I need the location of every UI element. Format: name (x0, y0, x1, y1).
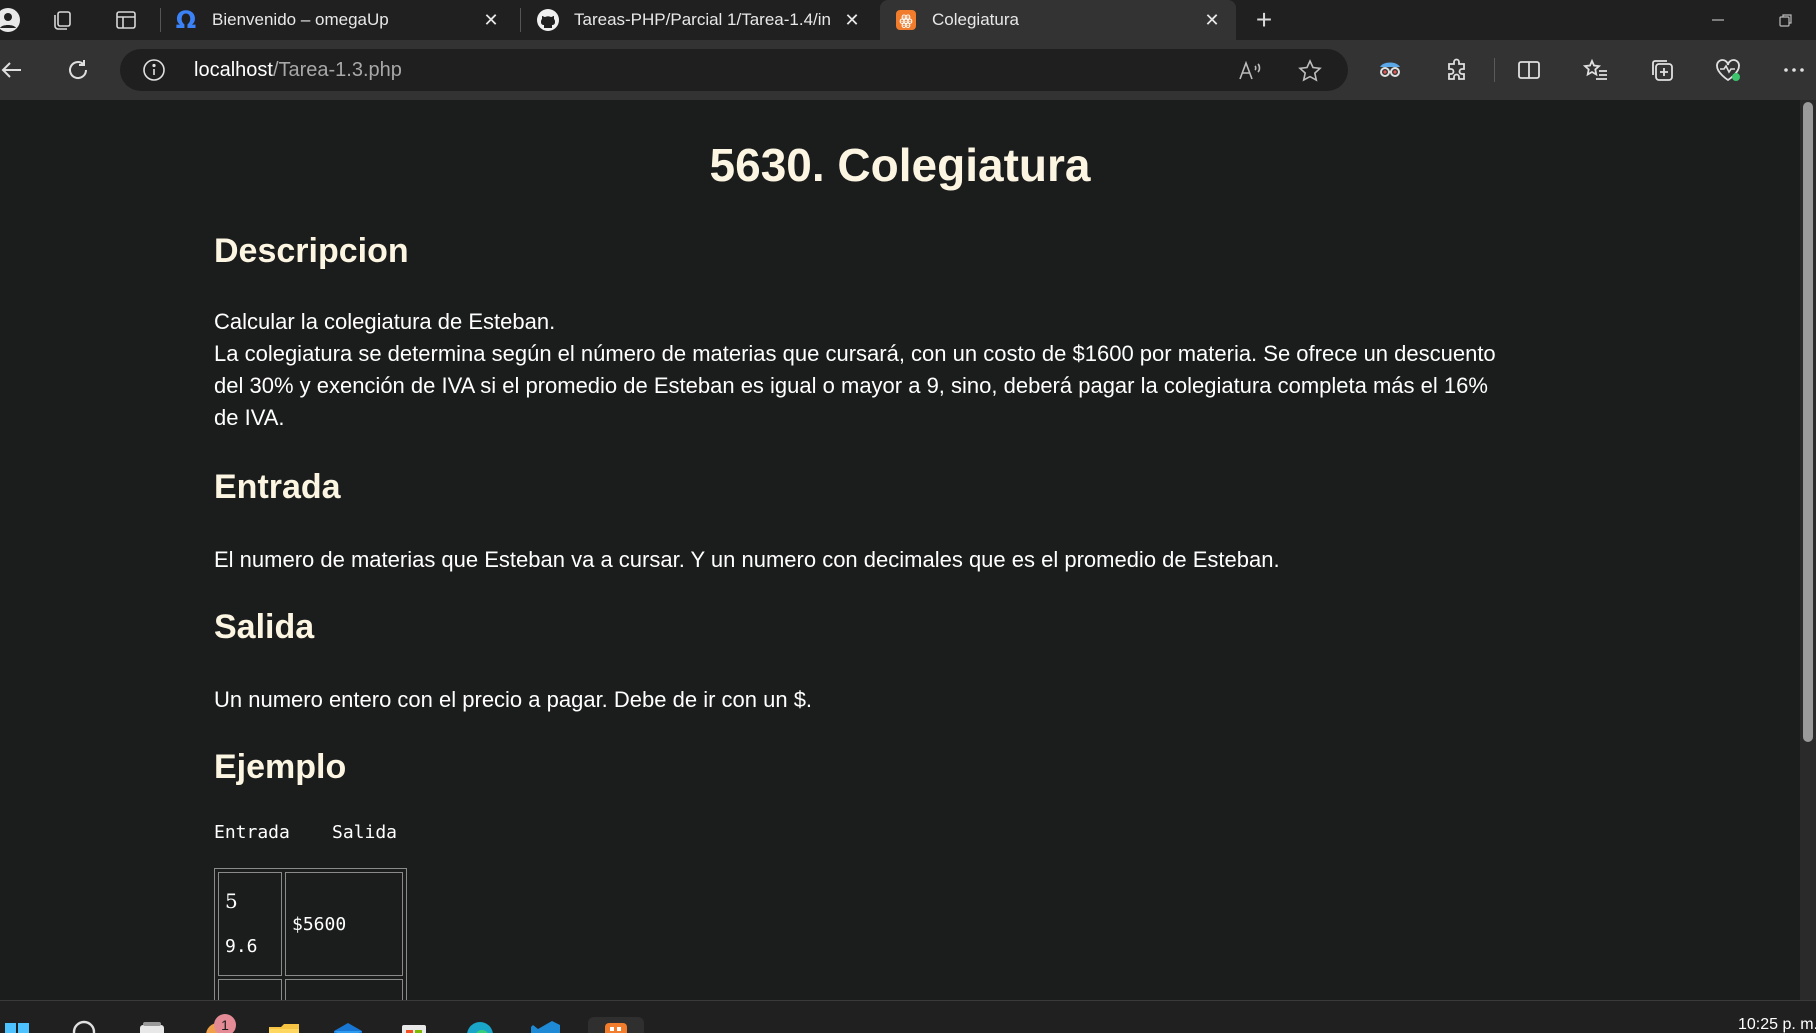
close-tab-icon[interactable]: ✕ (479, 8, 503, 32)
page-scrollbar[interactable] (1800, 100, 1816, 1000)
xampp-taskbar-icon[interactable] (588, 1017, 644, 1033)
example-input-cell: 8 (218, 979, 282, 1000)
omega-icon: Ω (174, 8, 198, 32)
url-text[interactable]: localhost/Tarea-1.3.php (194, 59, 402, 82)
tab-github[interactable]: Tareas-PHP/Parcial 1/Tarea-1.4/in ✕ (530, 0, 876, 40)
tab-label: Tareas-PHP/Parcial 1/Tarea-1.4/in (574, 10, 832, 29)
example-header-salida: Salida (332, 822, 398, 843)
collections-icon[interactable] (1646, 54, 1678, 86)
xampp-icon: ꙮ (894, 8, 918, 32)
url-path: /Tarea-1.3.php (272, 59, 402, 81)
edge-icon[interactable] (462, 1017, 498, 1033)
tab-label: Colegiatura (932, 10, 1019, 29)
svg-text:ꙮ: ꙮ (899, 13, 913, 29)
example-table: 5 9.6 $5600 8 (214, 868, 407, 1000)
new-tab-button[interactable]: + (1250, 4, 1278, 35)
tab-strip: Ω Bienvenido – omegaUp ✕ Tareas-PHP/Parc… (0, 0, 1816, 40)
workspaces-icon[interactable] (48, 6, 76, 34)
back-icon[interactable] (0, 54, 28, 86)
close-tab-icon[interactable]: ✕ (840, 8, 864, 32)
browser-essentials-icon[interactable] (1712, 54, 1744, 86)
read-aloud-icon[interactable] (1236, 57, 1264, 85)
search-icon[interactable] (66, 1017, 102, 1033)
web-page: 5630. Colegiatura Descripcion Calcular l… (0, 100, 1800, 1000)
table-row: 5 9.6 $5600 (218, 872, 403, 976)
browser-toolbar: localhost/Tarea-1.3.php (0, 40, 1816, 100)
descripcion-line-1: Calcular la colegiatura de Esteban. (214, 309, 556, 334)
example-input-value: 5 (225, 889, 238, 913)
github-icon (536, 8, 560, 32)
site-info-icon[interactable] (142, 58, 166, 82)
start-windows-icon[interactable] (0, 1017, 36, 1033)
refresh-icon[interactable] (62, 54, 94, 86)
salida-text: Un numero entero con el precio a pagar. … (214, 687, 813, 712)
outlook-icon[interactable] (330, 1017, 366, 1033)
file-explorer-icon[interactable] (266, 1017, 302, 1033)
scrollbar-thumb[interactable] (1803, 102, 1813, 742)
profile-avatar-icon[interactable] (0, 6, 22, 34)
example-header-entrada: Entrada (214, 822, 290, 843)
heading-ejemplo: Ejemplo (214, 748, 347, 786)
restore-icon[interactable] (1772, 6, 1800, 34)
url-host: localhost (194, 59, 273, 81)
address-bar[interactable]: localhost/Tarea-1.3.php (120, 49, 1348, 91)
svg-text:Ω: Ω (176, 8, 196, 32)
toolbar-separator (1494, 58, 1495, 82)
descripcion-line-2: La colegiatura se determina según el núm… (214, 341, 1496, 430)
heading-descripcion: Descripcion (214, 232, 409, 270)
tab-omegaup[interactable]: Ω Bienvenido – omegaUp ✕ (170, 0, 515, 40)
tab-separator (160, 8, 161, 32)
page-title: 5630. Colegiatura (709, 139, 1091, 191)
more-options-icon[interactable] (1778, 54, 1810, 86)
store-icon[interactable] (396, 1017, 432, 1033)
descripcion-text: Calcular la colegiatura de Esteban. La c… (214, 306, 1514, 434)
tab-separator (520, 8, 521, 32)
example-input-value: 9.6 (225, 936, 258, 957)
split-screen-icon[interactable] (1513, 54, 1545, 86)
extension-spy-icon[interactable] (1374, 54, 1406, 86)
heading-salida: Salida (214, 608, 315, 646)
heading-entrada: Entrada (214, 468, 341, 506)
extensions-puzzle-icon[interactable] (1441, 54, 1473, 86)
taskbar-clock: 10:25 p. m. (1738, 1016, 1816, 1033)
example-output-cell (285, 979, 403, 1000)
example-input-cell: 5 9.6 (218, 872, 282, 976)
close-tab-icon[interactable]: ✕ (1200, 8, 1224, 32)
favorite-star-icon[interactable] (1296, 57, 1324, 85)
task-view-icon[interactable] (134, 1017, 170, 1033)
tab-label: Bienvenido – omegaUp (212, 10, 389, 29)
table-row: 8 (218, 979, 403, 1000)
notification-badge: 1 (214, 1014, 236, 1033)
tab-actions-icon[interactable] (112, 6, 140, 34)
windows-taskbar: 1 10:25 p. m. (0, 1000, 1816, 1033)
example-column-headers: Entrada Salida (214, 822, 397, 843)
vscode-icon[interactable] (528, 1017, 564, 1033)
entrada-text: El numero de materias que Esteban va a c… (214, 547, 1280, 572)
minimize-icon[interactable] (1704, 6, 1732, 34)
example-output-cell: $5600 (285, 872, 403, 976)
favorites-icon[interactable] (1580, 54, 1612, 86)
tab-colegiatura[interactable]: ꙮ Colegiatura ✕ (880, 0, 1236, 40)
